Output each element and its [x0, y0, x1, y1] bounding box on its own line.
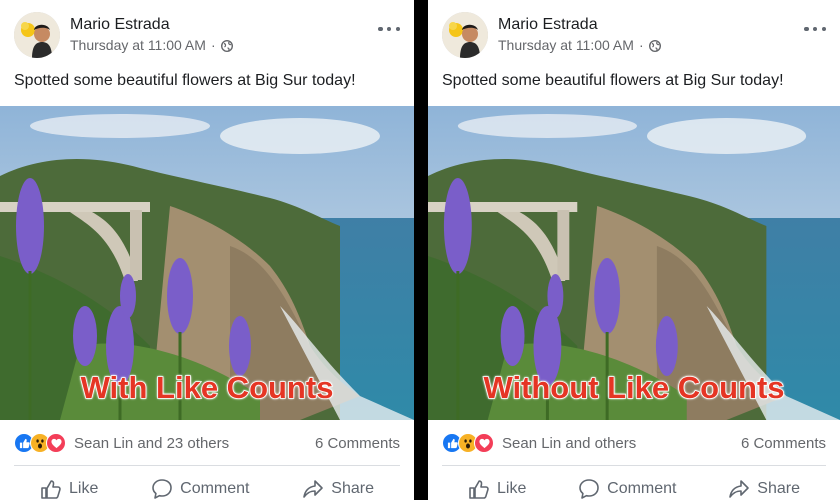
comment-label: Comment	[180, 480, 250, 497]
reactions-summary[interactable]: Sean Lin and others	[442, 433, 636, 453]
comments-count[interactable]: 6 Comments	[741, 435, 826, 452]
like-button[interactable]: Like	[442, 478, 546, 500]
post-text: Spotted some beautiful flowers at Big Su…	[442, 72, 784, 89]
meta-separator: ·	[210, 37, 216, 53]
post-card-with-like-counts: Mario Estrada Thursday at 11:00 AM · Spo…	[0, 0, 414, 500]
more-options-icon[interactable]	[804, 24, 826, 34]
post-header: Mario Estrada Thursday at 11:00 AM ·	[442, 12, 828, 62]
post-timestamp[interactable]: Thursday at 11:00 AM	[498, 37, 634, 53]
divider	[14, 465, 400, 466]
speech-bubble-icon	[578, 478, 600, 500]
post-text: Spotted some beautiful flowers at Big Su…	[14, 72, 356, 89]
like-label: Like	[497, 480, 527, 497]
post-meta: Thursday at 11:00 AM ·	[498, 37, 661, 53]
more-options-icon[interactable]	[378, 24, 400, 34]
share-button[interactable]: Share	[708, 478, 826, 500]
share-arrow-icon	[728, 478, 750, 500]
globe-icon	[648, 39, 661, 53]
avatar[interactable]	[14, 12, 60, 58]
reaction-summary-text[interactable]: Sean Lin and 23 others	[74, 435, 229, 452]
speech-bubble-icon	[151, 478, 173, 500]
action-bar: Like Comment Share	[14, 474, 400, 500]
like-label: Like	[69, 480, 99, 497]
post-photo[interactable]: With Like Counts	[0, 106, 414, 420]
reaction-summary-text[interactable]: Sean Lin and others	[502, 435, 636, 452]
love-reaction-icon	[474, 433, 494, 453]
comment-button[interactable]: Comment	[558, 478, 696, 500]
share-arrow-icon	[302, 478, 324, 500]
reactions-summary[interactable]: Sean Lin and 23 others	[14, 433, 229, 453]
reaction-icons	[14, 433, 66, 453]
reactions-row: Sean Lin and 23 others 6 Comments	[14, 430, 400, 456]
avatar[interactable]	[442, 12, 488, 58]
thumbs-up-icon	[40, 478, 62, 500]
author-name[interactable]: Mario Estrada	[498, 16, 598, 34]
thumbs-up-icon	[468, 478, 490, 500]
comment-button[interactable]: Comment	[131, 478, 269, 500]
share-label: Share	[757, 480, 800, 497]
meta-separator: ·	[638, 37, 644, 53]
post-timestamp[interactable]: Thursday at 11:00 AM	[70, 37, 206, 53]
like-button[interactable]: Like	[14, 478, 118, 500]
divider	[442, 465, 826, 466]
share-label: Share	[331, 480, 374, 497]
reaction-icons	[442, 433, 494, 453]
post-meta: Thursday at 11:00 AM ·	[70, 37, 233, 53]
post-card-without-like-counts: Mario Estrada Thursday at 11:00 AM · Spo…	[428, 0, 840, 500]
post-header: Mario Estrada Thursday at 11:00 AM ·	[14, 12, 402, 62]
globe-icon	[220, 39, 233, 53]
action-bar: Like Comment Share	[442, 474, 826, 500]
author-name[interactable]: Mario Estrada	[70, 16, 170, 34]
comments-count[interactable]: 6 Comments	[315, 435, 400, 452]
share-button[interactable]: Share	[282, 478, 400, 500]
comparison-label: With Like Counts	[80, 369, 334, 406]
comparison-label: Without Like Counts	[483, 369, 786, 406]
reactions-row: Sean Lin and others 6 Comments	[442, 430, 826, 456]
love-reaction-icon	[46, 433, 66, 453]
comment-label: Comment	[607, 480, 677, 497]
post-photo[interactable]: Without Like Counts	[428, 106, 840, 420]
